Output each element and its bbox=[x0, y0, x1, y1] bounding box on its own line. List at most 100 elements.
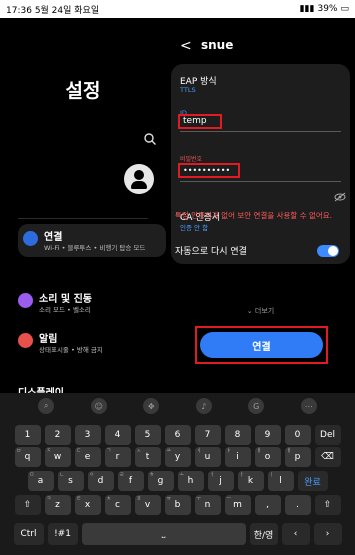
key-h[interactable]: hㅗ bbox=[177, 471, 204, 491]
key-9[interactable]: 9 bbox=[254, 425, 281, 445]
sidebar-item-sound[interactable]: 소리 및 진동 소리 모드 • 벨소리 bbox=[18, 290, 166, 315]
key-a[interactable]: aㅁ bbox=[27, 471, 54, 491]
key-label: , bbox=[266, 500, 269, 510]
mic-icon[interactable]: ♪ bbox=[195, 398, 212, 414]
space-key[interactable]: ⎵ bbox=[81, 523, 246, 545]
symbols-key[interactable]: !#1 bbox=[47, 523, 78, 545]
key-p[interactable]: pㅔ bbox=[284, 447, 311, 467]
key-label: l bbox=[279, 476, 282, 486]
chevron-down-icon: ⌄ bbox=[246, 307, 253, 315]
translate-icon[interactable]: G bbox=[248, 398, 265, 414]
key-6[interactable]: 6 bbox=[164, 425, 191, 445]
key-e[interactable]: eㄷ bbox=[74, 447, 101, 467]
id-input[interactable]: temp bbox=[183, 116, 207, 126]
backspace-key[interactable]: ⌫ bbox=[314, 447, 341, 467]
key-label: z bbox=[55, 500, 60, 510]
profile-avatar-icon[interactable] bbox=[124, 164, 154, 194]
key-t[interactable]: tㅅ bbox=[134, 447, 161, 467]
key-row-3: ⇧ z ㅋ x ㅌ c ㅊ v ㅍ b ㅠ n ㅜ m ㅡ,. ⇧ bbox=[0, 495, 355, 515]
key-f[interactable]: fㄹ bbox=[117, 471, 144, 491]
key-sublabel: ㅋ bbox=[46, 496, 52, 502]
sidebar-item-notifications[interactable]: 알림 상태표시줄 • 방해 금지 bbox=[18, 330, 166, 355]
bell-icon bbox=[18, 333, 33, 348]
search-icon[interactable] bbox=[143, 132, 157, 146]
wifi-icon bbox=[23, 231, 38, 246]
key-g[interactable]: gㅎ bbox=[147, 471, 174, 491]
ctrl-key[interactable]: Ctrl bbox=[13, 523, 44, 545]
key-7[interactable]: 7 bbox=[194, 425, 221, 445]
key-comma[interactable]: , bbox=[254, 495, 281, 515]
key-sublabel: ㅛ bbox=[166, 448, 172, 454]
key-z[interactable]: zㅋ bbox=[44, 495, 71, 515]
key-2[interactable]: 2 bbox=[44, 425, 71, 445]
sidebar-item-subtitle: Wi-Fi • 블루투스 • 비행기 탑승 모드 bbox=[44, 244, 146, 252]
key-8[interactable]: 8 bbox=[224, 425, 251, 445]
key-label: 1 bbox=[24, 430, 31, 440]
move-icon[interactable]: ✥ bbox=[143, 398, 160, 414]
auto-reconnect-toggle[interactable] bbox=[317, 245, 339, 257]
connect-button[interactable]: 연결 bbox=[200, 332, 323, 358]
search-icon[interactable]: ⌕ bbox=[38, 398, 55, 414]
key-1[interactable]: 1 bbox=[14, 425, 41, 445]
key-label: 5 bbox=[144, 430, 151, 440]
divider bbox=[18, 218, 148, 219]
key-j[interactable]: jㅓ bbox=[207, 471, 234, 491]
key-r[interactable]: rㄱ bbox=[104, 447, 131, 467]
key-o[interactable]: oㅐ bbox=[254, 447, 281, 467]
key-label: . bbox=[296, 500, 299, 510]
key-y[interactable]: yㅛ bbox=[164, 447, 191, 467]
key-k[interactable]: kㅏ bbox=[237, 471, 264, 491]
password-label: 비밀번호 bbox=[180, 156, 203, 163]
sidebar-item-display[interactable]: 디스플레이 bbox=[18, 384, 166, 393]
key-label: b bbox=[174, 500, 181, 510]
key-label: k bbox=[247, 476, 254, 486]
key-v[interactable]: vㅍ bbox=[134, 495, 161, 515]
key-label: 0 bbox=[294, 430, 301, 440]
key-m[interactable]: mㅡ bbox=[224, 495, 251, 515]
key-5[interactable]: 5 bbox=[134, 425, 161, 445]
key-3[interactable]: 3 bbox=[74, 425, 101, 445]
key-n[interactable]: nㅜ bbox=[194, 495, 221, 515]
connect-highlight: 연결 bbox=[195, 326, 328, 364]
delete-key[interactable]: Del bbox=[314, 425, 341, 445]
key-sublabel: ㅐ bbox=[256, 448, 262, 454]
key-l[interactable]: lㅣ bbox=[267, 471, 294, 491]
shift-key-right[interactable]: ⇧ bbox=[314, 495, 341, 515]
more-icon[interactable]: ⋯ bbox=[300, 398, 317, 414]
key-s[interactable]: sㄴ bbox=[57, 471, 84, 491]
left-arrow-key[interactable]: ‹ bbox=[281, 523, 310, 545]
key-b[interactable]: bㅠ bbox=[164, 495, 191, 515]
shift-key[interactable]: ⇧ bbox=[14, 495, 41, 515]
key-label: n bbox=[204, 500, 211, 510]
sidebar-item-connections[interactable]: 연결 Wi-Fi • 블루투스 • 비행기 탑승 모드 bbox=[18, 224, 166, 257]
back-button[interactable]: < bbox=[180, 38, 192, 54]
key-label: x bbox=[84, 500, 91, 510]
key-label: 7 bbox=[204, 430, 211, 440]
key-sublabel: ㅍ bbox=[136, 496, 142, 502]
number-row: 1 2 3 4 5 6 7 8 9 0 Del bbox=[0, 425, 355, 445]
password-underline bbox=[180, 181, 341, 182]
key-d[interactable]: dㅇ bbox=[87, 471, 114, 491]
key-w[interactable]: wㅈ bbox=[44, 447, 71, 467]
key-x[interactable]: xㅌ bbox=[74, 495, 101, 515]
key-q[interactable]: qㅂ bbox=[14, 447, 41, 467]
key-sublabel: ㅏ bbox=[239, 472, 245, 478]
right-arrow-key[interactable]: › bbox=[313, 523, 342, 545]
key-label: f bbox=[128, 476, 133, 486]
key-0[interactable]: 0 bbox=[284, 425, 311, 445]
key-label: 9 bbox=[264, 430, 271, 440]
key-period[interactable]: . bbox=[284, 495, 311, 515]
key-c[interactable]: cㅊ bbox=[104, 495, 131, 515]
key-sublabel: ㅇ bbox=[89, 472, 95, 478]
sidebar-item-subtitle: 상태표시줄 • 방해 금지 bbox=[39, 346, 103, 354]
emoji-icon[interactable]: ☺ bbox=[90, 398, 107, 414]
done-key[interactable]: 완료 bbox=[297, 471, 328, 491]
key-4[interactable]: 4 bbox=[104, 425, 131, 445]
key-i[interactable]: iㅑ bbox=[224, 447, 251, 467]
more-options[interactable]: ⌄ 더보기 bbox=[166, 306, 355, 316]
key-u[interactable]: uㅕ bbox=[194, 447, 221, 467]
password-input[interactable]: •••••••••• bbox=[183, 166, 230, 175]
language-key[interactable]: 한/영 bbox=[249, 523, 278, 545]
network-settings-card: EAP 방식 TTLS ID temp 비밀번호 •••••••••• CA 인… bbox=[171, 64, 350, 264]
eye-off-icon[interactable] bbox=[334, 192, 346, 202]
